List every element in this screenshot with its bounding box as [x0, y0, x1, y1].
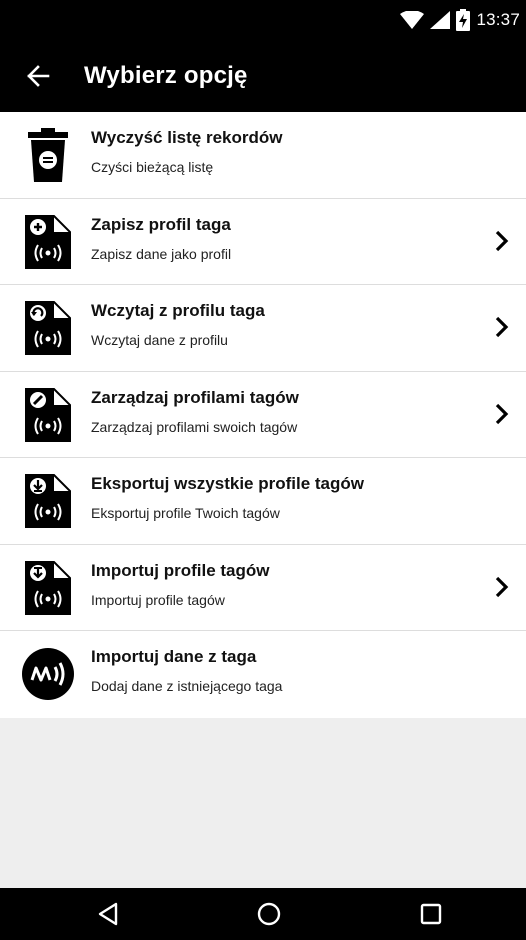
item-title: Wczytaj z profilu taga [91, 301, 265, 320]
trash-icon [28, 128, 68, 182]
signal-icon [430, 11, 451, 29]
item-subtitle: Dodaj dane z istniejącego taga [91, 678, 283, 694]
list-item-load-tag-profile[interactable]: Wczytaj z profilu taga Wczytaj dane z pr… [0, 285, 526, 372]
nav-home-button[interactable] [229, 888, 309, 940]
app-bar: Wybierz opcję [0, 40, 526, 112]
item-subtitle: Zapisz dane jako profil [91, 245, 232, 262]
chevron-right-icon [495, 316, 509, 338]
list-item-export-tag-profiles[interactable]: Eksportuj wszystkie profile tagów Ekspor… [0, 458, 526, 545]
list-item-import-tag-profiles[interactable]: Importuj profile tagów Importuj profile … [0, 545, 526, 631]
item-title: Zapisz profil taga [91, 214, 231, 234]
item-title: Eksportuj wszystkie profile tagów [91, 474, 365, 493]
page-title: Wybierz opcję [84, 62, 248, 89]
item-subtitle: Eksportuj profile Twoich tagów [91, 505, 280, 521]
item-icon [22, 214, 74, 269]
home-circle-icon [257, 902, 281, 926]
tag-profile-edit-icon [25, 387, 71, 442]
chevron-right-icon [495, 403, 509, 424]
list-item-import-tag-data[interactable]: Importuj dane z taga Dodaj dane z istnie… [0, 631, 526, 718]
item-title: Zarządzaj profilami tagów [91, 387, 299, 407]
back-button[interactable] [0, 40, 84, 112]
item-title: Importuj dane z taga [91, 647, 257, 666]
options-list: Wyczyść listę rekordów Czyści bieżącą li… [0, 112, 526, 718]
nav-recents-button[interactable] [391, 888, 471, 940]
item-icon [22, 128, 74, 182]
item-title: Wyczyść listę rekordów [91, 128, 283, 147]
nav-back-button[interactable] [68, 888, 148, 940]
tag-profile-load-icon [25, 301, 71, 355]
item-icon [22, 647, 74, 701]
tag-profile-add-icon [25, 214, 71, 269]
nfc-read-icon [22, 648, 74, 700]
arrow-left-icon [27, 65, 50, 87]
tag-profile-import-icon [25, 560, 71, 615]
list-item-clear-records[interactable]: Wyczyść listę rekordów Czyści bieżącą li… [0, 112, 526, 199]
item-icon [22, 387, 74, 442]
item-subtitle: Importuj profile tagów [91, 591, 225, 608]
item-icon [22, 560, 74, 615]
chevron-right-icon [495, 230, 509, 251]
back-triangle-icon [98, 902, 118, 926]
item-subtitle: Zarządzaj profilami swoich tagów [91, 418, 298, 435]
list-item-save-tag-profile[interactable]: Zapisz profil taga Zapisz dane jako prof… [0, 199, 526, 285]
item-subtitle: Wczytaj dane z profilu [91, 332, 228, 348]
recents-square-icon [420, 903, 442, 925]
item-icon [22, 301, 74, 355]
status-bar: 13:37 [0, 0, 526, 40]
item-icon [22, 474, 74, 528]
status-time: 13:37 [476, 10, 520, 29]
tag-profile-export-icon [25, 474, 71, 528]
battery-charging-icon [456, 9, 471, 31]
wifi-icon [400, 11, 425, 29]
chevron-right-icon [495, 576, 509, 597]
item-subtitle: Czyści bieżącą listę [91, 159, 214, 175]
item-title: Importuj profile tagów [91, 560, 270, 580]
system-nav-bar [0, 888, 526, 940]
list-item-manage-tag-profiles[interactable]: Zarządzaj profilami tagów Zarządzaj prof… [0, 372, 526, 458]
status-icons: 13:37 [400, 9, 520, 31]
